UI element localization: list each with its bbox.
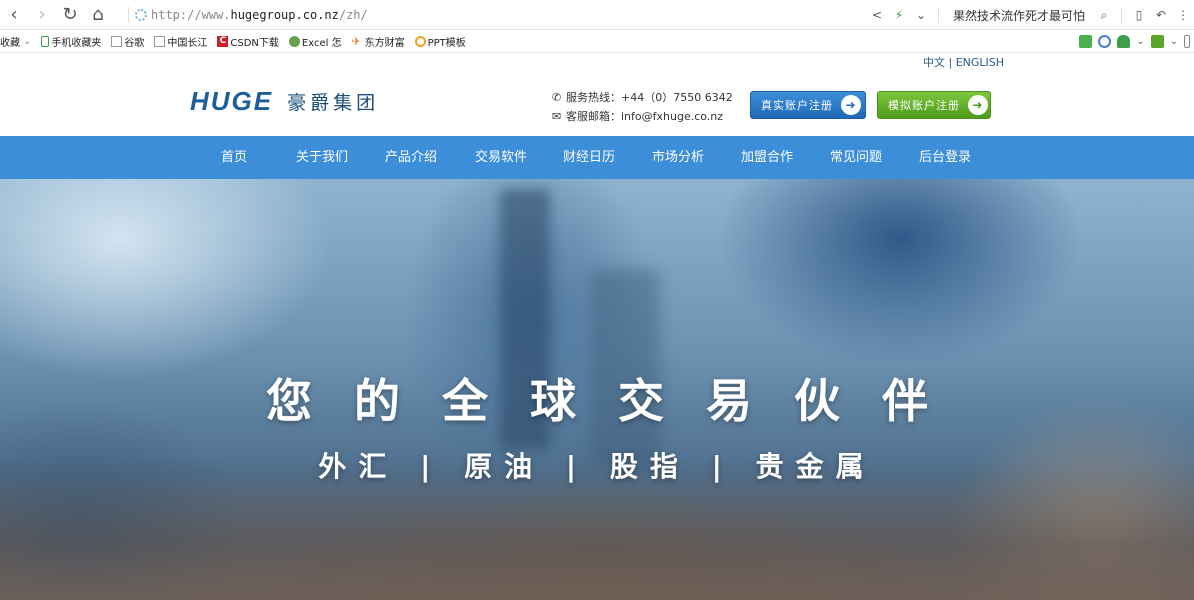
hero-subtitle: 外汇 | 原油 | 股指 | 贵金属 xyxy=(318,450,876,483)
url-path: /zh/ xyxy=(338,8,368,22)
nav-item-products[interactable]: 产品介绍 xyxy=(385,136,437,179)
address-separator xyxy=(128,7,129,23)
bookmark-item[interactable]: 收藏 ⌄ xyxy=(0,34,31,49)
bookmark-item[interactable]: PPT模板 xyxy=(414,34,466,49)
search-icon[interactable]: ⌕ xyxy=(1093,8,1115,23)
shield-icon[interactable] xyxy=(1117,35,1131,48)
bookmark-label: Excel 怎 xyxy=(301,37,342,49)
nav-item-login[interactable]: 后台登录 xyxy=(919,136,971,179)
bookmark-label: 收藏 xyxy=(0,37,20,49)
bookmark-item[interactable]: Excel 怎 xyxy=(288,34,342,49)
nav-item-calendar[interactable]: 财经日历 xyxy=(563,136,615,179)
site-logo[interactable]: HUGE 豪爵集团 xyxy=(190,86,379,117)
toolbar-right: < ⚡ ⌄ 果然技术流作死才最可怕 ⌕ ▯ ↶ ⋮ xyxy=(866,0,1194,30)
nav-item-about[interactable]: 关于我们 xyxy=(296,136,348,179)
hero-title: 您的全球交易伙伴 xyxy=(266,374,970,428)
logo-cn: 豪爵集团 xyxy=(287,92,380,114)
menu-icon[interactable]: ⋮ xyxy=(1172,8,1194,22)
phone-icon xyxy=(41,35,50,47)
puzzle-icon[interactable] xyxy=(1150,35,1164,48)
bookmark-item[interactable]: 中国长江 xyxy=(154,34,207,49)
forward-icon[interactable]: › xyxy=(28,0,56,30)
globe-icon xyxy=(288,35,300,47)
real-account-label: 真实账户注册 xyxy=(761,99,833,112)
hotline-row: ✆ 服务热线：+44（0）7550 6342 xyxy=(552,88,733,107)
sidebar-icon[interactable] xyxy=(1184,35,1190,48)
toolbar-separator xyxy=(937,7,939,23)
nav-item-analysis[interactable]: 市场分析 xyxy=(652,136,704,179)
extensions-area: ⌄ ⌄ xyxy=(1079,30,1190,53)
minus-circle-icon[interactable] xyxy=(1098,35,1112,48)
nav-item-partner[interactable]: 加盟合作 xyxy=(741,136,793,179)
bookmark-item[interactable]: 手机收藏夹 xyxy=(41,34,101,49)
ppt-icon xyxy=(414,35,426,47)
url-protocol: http://www. xyxy=(151,8,231,22)
dropdown-icon[interactable]: ⌄ xyxy=(910,8,932,22)
hero-banner: 您的全球交易伙伴 外汇 | 原油 | 股指 | 贵金属 xyxy=(0,179,1194,600)
home-icon[interactable]: ⌂ xyxy=(84,0,112,30)
lightning-icon[interactable]: ⚡ xyxy=(888,8,910,22)
page-loading-icon xyxy=(135,9,147,21)
language-switch[interactable]: 中文 | ENGLISH xyxy=(923,54,1004,70)
back-icon[interactable]: ‹ xyxy=(0,0,28,30)
csdn-icon: C xyxy=(217,35,229,47)
bookmark-item[interactable]: 谷歌 xyxy=(111,34,144,49)
bookmark-item[interactable]: C CSDN下载 xyxy=(217,34,279,49)
chevron-down-icon[interactable]: ⌄ xyxy=(1136,36,1144,47)
bookmark-label: 东方财富 xyxy=(364,37,405,49)
undo-icon[interactable]: ↶ xyxy=(1150,8,1172,22)
share-icon[interactable]: < xyxy=(866,8,888,22)
mail-icon: ✉ xyxy=(552,110,562,123)
bookmark-label: 谷歌 xyxy=(124,37,145,49)
logo-en: HUGE xyxy=(190,86,274,116)
refresh-icon[interactable]: ↻ xyxy=(56,0,84,30)
bookmark-label: CSDN下载 xyxy=(230,37,279,49)
demo-account-register-button[interactable]: 模拟账户注册 ➜ xyxy=(877,91,991,119)
bookmark-item[interactable]: ✈ 东方财富 xyxy=(352,34,405,49)
email-row: ✉ 客服邮箱：info@fxhuge.co.nz xyxy=(552,107,733,126)
tablet-icon[interactable]: ▯ xyxy=(1128,8,1150,22)
page-icon xyxy=(154,35,166,47)
demo-account-label: 模拟账户注册 xyxy=(888,99,960,112)
nav-item-home[interactable]: 首页 xyxy=(221,136,247,179)
phone-icon: ✆ xyxy=(552,91,562,104)
arrow-right-icon: ➜ xyxy=(968,95,988,115)
nav-item-software[interactable]: 交易软件 xyxy=(475,136,527,179)
search-suggestion[interactable]: 果然技术流作死才最可怕 xyxy=(953,7,1085,24)
bookmark-label: 手机收藏夹 xyxy=(51,37,102,49)
chevron-down-icon: ⌄ xyxy=(23,35,32,47)
page-icon xyxy=(111,35,123,47)
book-icon[interactable] xyxy=(1079,35,1093,48)
bookmark-label: PPT模板 xyxy=(427,37,466,49)
real-account-register-button[interactable]: 真实账户注册 ➜ xyxy=(750,91,866,119)
browser-toolbar: ‹ › ↻ ⌂ http://www. hugegroup.co.nz/zh/ <… xyxy=(0,0,1194,30)
hotline-text: 服务热线：+44（0）7550 6342 xyxy=(566,91,733,104)
arrow-right-icon: ➜ xyxy=(841,95,861,115)
url-host: hugegroup.co.nz xyxy=(230,8,339,22)
bookmark-label: 中国长江 xyxy=(167,37,208,49)
email-text: 客服邮箱：info@fxhuge.co.nz xyxy=(566,110,724,123)
main-nav: 首页 关于我们 产品介绍 交易软件 财经日历 市场分析 加盟合作 常见问题 后台… xyxy=(0,136,1194,179)
contact-info: ✆ 服务热线：+44（0）7550 6342 ✉ 客服邮箱：info@fxhuge.… xyxy=(552,88,733,126)
nav-item-faq[interactable]: 常见问题 xyxy=(830,136,882,179)
toolbar-separator xyxy=(1121,7,1122,23)
chevron-down-icon[interactable]: ⌄ xyxy=(1170,36,1178,47)
bookmarks-bar: 收藏 ⌄ 手机收藏夹 谷歌 中国长江 C CSDN下载 Excel 怎 ✈ 东方… xyxy=(0,30,1194,53)
address-bar[interactable]: http://www. hugegroup.co.nz/zh/ xyxy=(128,5,368,25)
bird-icon: ✈ xyxy=(351,34,361,48)
